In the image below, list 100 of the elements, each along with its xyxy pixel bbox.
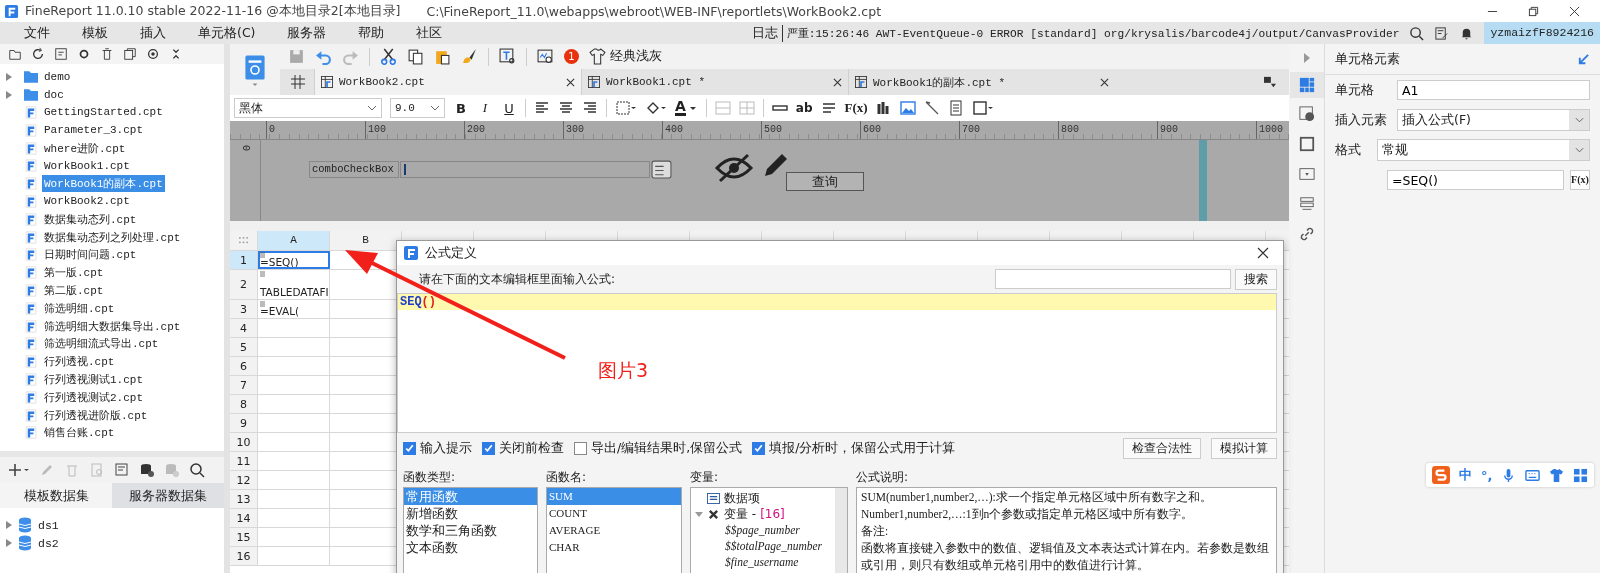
grid-icon[interactable] (1573, 467, 1589, 483)
link-icon[interactable] (1298, 226, 1315, 242)
list-item[interactable]: CHAR (547, 539, 681, 556)
cell-grid-icon[interactable] (1298, 77, 1315, 93)
expand-arrow-icon[interactable] (6, 521, 12, 529)
new-folder-icon[interactable] (8, 47, 22, 61)
image-icon[interactable] (899, 100, 916, 116)
dropdown-list-icon[interactable] (651, 160, 672, 179)
file-tree-item[interactable]: 筛选明细.cpt (42, 299, 117, 317)
file-tree-item[interactable]: where进阶.cpt (42, 139, 128, 157)
row-header[interactable]: 13 (230, 490, 258, 508)
search-button[interactable]: 搜索 (1235, 268, 1277, 290)
file-tree-item[interactable]: 行列透视.cpt (42, 353, 117, 371)
brush-icon[interactable] (461, 48, 478, 65)
tree-item[interactable]: 变量 - (724, 505, 757, 523)
menu-item[interactable]: 模板 (82, 24, 108, 42)
tree-item[interactable]: 数据项 (724, 489, 760, 507)
dataset-item[interactable]: ds1 (38, 518, 59, 532)
text-style-button[interactable]: B (453, 100, 469, 116)
monitor-search-icon[interactable] (537, 48, 554, 65)
font-select[interactable]: 黑体 (234, 98, 382, 118)
dataset-tab[interactable]: 服务器数据集 (112, 483, 224, 508)
checkbox[interactable] (482, 441, 495, 455)
menu-item[interactable]: 帮助 (358, 24, 385, 42)
row-header[interactable]: 11 (230, 452, 258, 470)
file-tree-item[interactable]: 第一版.cpt (42, 264, 106, 282)
row-header[interactable]: 2 (230, 270, 258, 299)
keyboard-icon[interactable] (1525, 467, 1541, 483)
checkbox-label[interactable]: 输入提示 (420, 439, 472, 457)
file-tree-item[interactable]: 数据集动态列之列处理.cpt (42, 228, 183, 246)
row-header[interactable]: 9 (230, 414, 258, 432)
file-tree-item[interactable]: 日期时间问题.cpt (42, 246, 139, 264)
search-icon[interactable] (189, 462, 205, 478)
log-link[interactable]: 日志 (751, 24, 783, 42)
close-icon[interactable] (1569, 5, 1580, 17)
user-badge[interactable]: yzmaizfF8924216 (1484, 22, 1600, 44)
text-search-icon[interactable] (499, 48, 516, 65)
list-item[interactable]: 文本函数 (404, 539, 537, 556)
row-header[interactable]: 14 (230, 509, 258, 527)
tree-item[interactable]: $$page_number (725, 524, 800, 536)
lines-icon[interactable] (820, 100, 837, 116)
text-style-button[interactable]: I (477, 100, 493, 116)
close-icon[interactable] (566, 77, 575, 87)
file-tree-item[interactable]: GettingStarted.cpt (42, 105, 165, 120)
document-icon[interactable] (947, 100, 964, 116)
expand-arrow-icon[interactable] (695, 510, 703, 518)
file-tree-item[interactable]: 行列透视进阶版.cpt (42, 406, 150, 424)
dialog-button[interactable]: 模拟计算 (1211, 437, 1277, 459)
file-tree-item[interactable]: 第二版.cpt (42, 281, 106, 299)
border-icon[interactable] (615, 100, 637, 116)
frame-icon[interactable] (971, 100, 994, 116)
row-header[interactable]: 3 (230, 300, 258, 318)
wrap-text-button[interactable]: ab (795, 101, 813, 115)
row-header[interactable]: 16 (230, 547, 258, 565)
checkbox-label[interactable]: 关闭前检查 (499, 439, 564, 457)
fill-bucket-icon[interactable] (645, 100, 667, 116)
punctuation-button[interactable]: °, (1481, 467, 1493, 483)
file-tree-item[interactable]: demo (42, 69, 73, 84)
font-size-select[interactable]: 9.0 (390, 98, 445, 118)
edit-note-icon[interactable] (1434, 25, 1450, 41)
search-icon[interactable] (1409, 25, 1425, 41)
menu-item[interactable]: 插入 (140, 24, 166, 42)
file-tree-item[interactable]: 行列透视测试2.cpt (42, 388, 145, 406)
file-tree-item[interactable]: WorkBook2.cpt (42, 194, 132, 209)
file-tree-item[interactable]: 销售台账.cpt (42, 424, 117, 442)
list-item[interactable]: 数学和三角函数 (404, 522, 537, 539)
slash-icon[interactable] (923, 100, 940, 116)
row-header[interactable]: 15 (230, 528, 258, 546)
combo-checkbox-field[interactable] (400, 161, 650, 178)
cell-field[interactable]: A1 (1397, 80, 1590, 100)
insert-element-dropdown[interactable]: 插入公式(F) (1397, 109, 1590, 131)
file-tree-item[interactable]: WorkBook1.cpt (42, 158, 132, 173)
checkbox[interactable] (752, 441, 766, 455)
ime-logo-icon[interactable] (1432, 466, 1450, 484)
checkbox-label[interactable]: 导出/编辑结果时,保留公式 (591, 439, 743, 457)
copy-icon[interactable] (123, 47, 137, 61)
tree-item[interactable]: $$totalPage_number (725, 540, 823, 552)
formula-field[interactable]: =SEQ() (1387, 170, 1564, 190)
close-icon[interactable] (833, 77, 842, 87)
merge-cells-icon[interactable] (714, 100, 731, 116)
dataset-tab[interactable]: 模板数据集 (0, 483, 112, 508)
text-style-button[interactable]: U (501, 100, 517, 116)
shirt-icon[interactable] (1549, 467, 1565, 483)
tab-list-icon[interactable] (1263, 76, 1277, 88)
checkbox[interactable] (574, 441, 587, 455)
file-tree-item[interactable]: Parameter_3.cpt (42, 123, 146, 138)
row-header[interactable]: 7 (230, 376, 258, 394)
formula-button[interactable]: F(x) (1570, 170, 1590, 190)
file-tree-item[interactable]: doc (42, 87, 66, 102)
format-dropdown[interactable]: 常规 (1377, 139, 1590, 161)
align-right-icon[interactable] (582, 100, 598, 116)
formula-button[interactable]: F(x) (844, 100, 868, 116)
border-icon[interactable] (1298, 136, 1315, 152)
ime-mode-button[interactable]: 中 (1459, 466, 1472, 484)
list-item[interactable]: 新增函数 (404, 505, 537, 522)
font-color-button[interactable]: A (675, 100, 686, 116)
align-left-icon[interactable] (534, 100, 550, 116)
eye-hidden-icon[interactable] (714, 153, 754, 183)
collapse-arrow-icon[interactable] (1302, 52, 1311, 64)
add-icon[interactable] (8, 462, 30, 478)
